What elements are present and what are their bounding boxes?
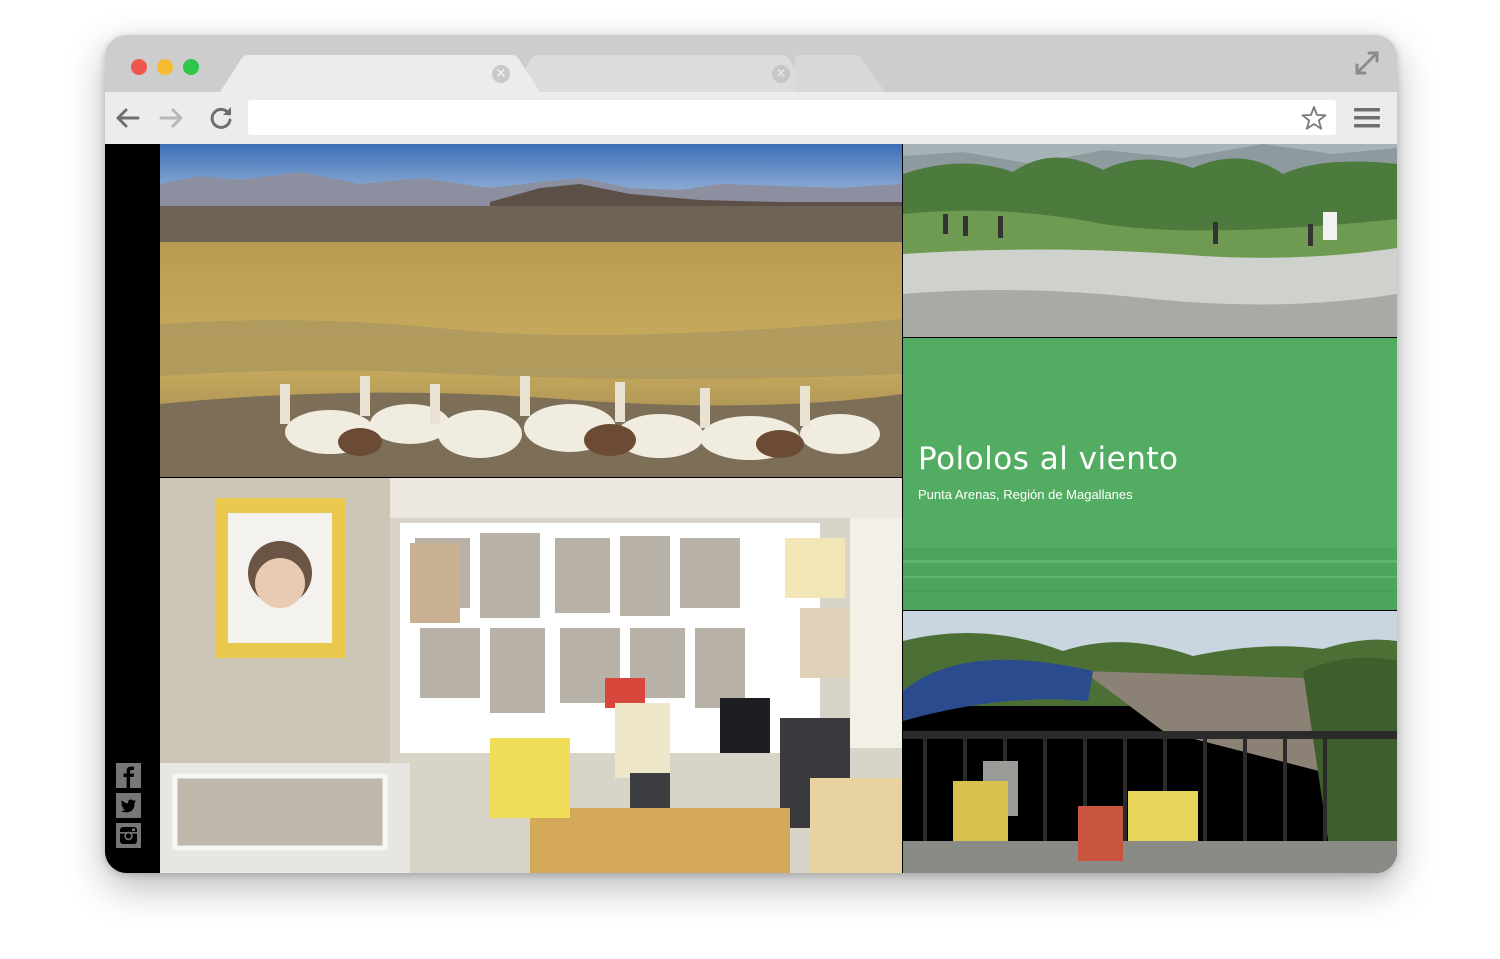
star-icon[interactable] <box>1300 104 1328 132</box>
new-tab-button[interactable] <box>795 55 885 92</box>
close-window-button[interactable] <box>131 59 147 75</box>
minimize-window-button[interactable] <box>157 59 173 75</box>
photo-river-walkers[interactable] <box>903 144 1397 337</box>
address-bar[interactable] <box>248 100 1336 135</box>
arrow-right-icon[interactable] <box>156 103 186 133</box>
photo-riverside-bridge[interactable] <box>903 611 1397 873</box>
tab-1[interactable]: × <box>220 55 540 92</box>
arrow-left-icon[interactable] <box>113 103 143 133</box>
photo-roadside-shrine[interactable] <box>160 478 902 873</box>
tab-close-icon[interactable]: × <box>492 65 510 83</box>
expand-icon[interactable] <box>1353 49 1381 77</box>
page-viewport: Pololos al viento Punta Arenas, Región d… <box>105 144 1397 873</box>
browser-toolbar <box>105 92 1397 144</box>
instagram-icon[interactable] <box>115 822 142 849</box>
feature-title[interactable]: Pololos al viento <box>918 441 1178 477</box>
browser-window: × × Pololos al viento Punta Arenas, Regi… <box>105 35 1397 873</box>
zoom-window-button[interactable] <box>183 59 199 75</box>
tab-close-icon[interactable]: × <box>772 65 790 83</box>
photo-llamas-altiplano[interactable] <box>160 144 902 477</box>
tab-2[interactable]: × <box>510 55 810 92</box>
reload-icon[interactable] <box>206 103 236 133</box>
featured-film-card[interactable]: Pololos al viento Punta Arenas, Región d… <box>903 338 1397 610</box>
feature-subtitle: Punta Arenas, Región de Magallanes <box>918 487 1133 502</box>
social-sidebar <box>105 144 160 873</box>
twitter-icon[interactable] <box>115 792 142 819</box>
hamburger-menu-icon[interactable] <box>1352 105 1382 131</box>
facebook-icon[interactable] <box>115 762 142 789</box>
title-bar: × × <box>105 35 1397 92</box>
url-input[interactable] <box>248 100 1288 135</box>
